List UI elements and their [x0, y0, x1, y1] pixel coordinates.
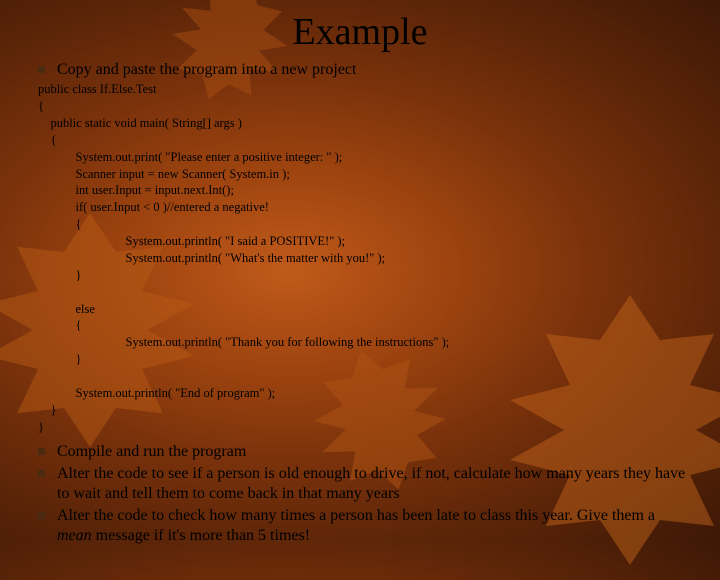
- bullet-icon: [38, 470, 45, 477]
- slide-title: Example: [30, 10, 690, 54]
- bullet-icon: [38, 66, 45, 73]
- bullet-2: Compile and run the program: [38, 442, 690, 462]
- bullet-1-text: Copy and paste the program into a new pr…: [57, 60, 356, 79]
- bullet-2-text: Compile and run the program: [57, 442, 246, 462]
- bullet-4-em: mean: [57, 527, 92, 544]
- bullet-1: Copy and paste the program into a new pr…: [38, 60, 690, 79]
- bullet-icon: [38, 512, 45, 519]
- bullet-4-pre: Alter the code to check how many times a…: [57, 507, 655, 524]
- bullet-4-post: message if it's more than 5 times!: [92, 527, 310, 544]
- bullet-3-text: Alter the code to see if a person is old…: [57, 464, 690, 504]
- bullet-3: Alter the code to see if a person is old…: [38, 464, 690, 504]
- code-block: public class If.Else.Test { public stati…: [38, 81, 690, 435]
- bullet-icon: [38, 448, 45, 455]
- slide: Example Copy and paste the program into …: [0, 0, 720, 540]
